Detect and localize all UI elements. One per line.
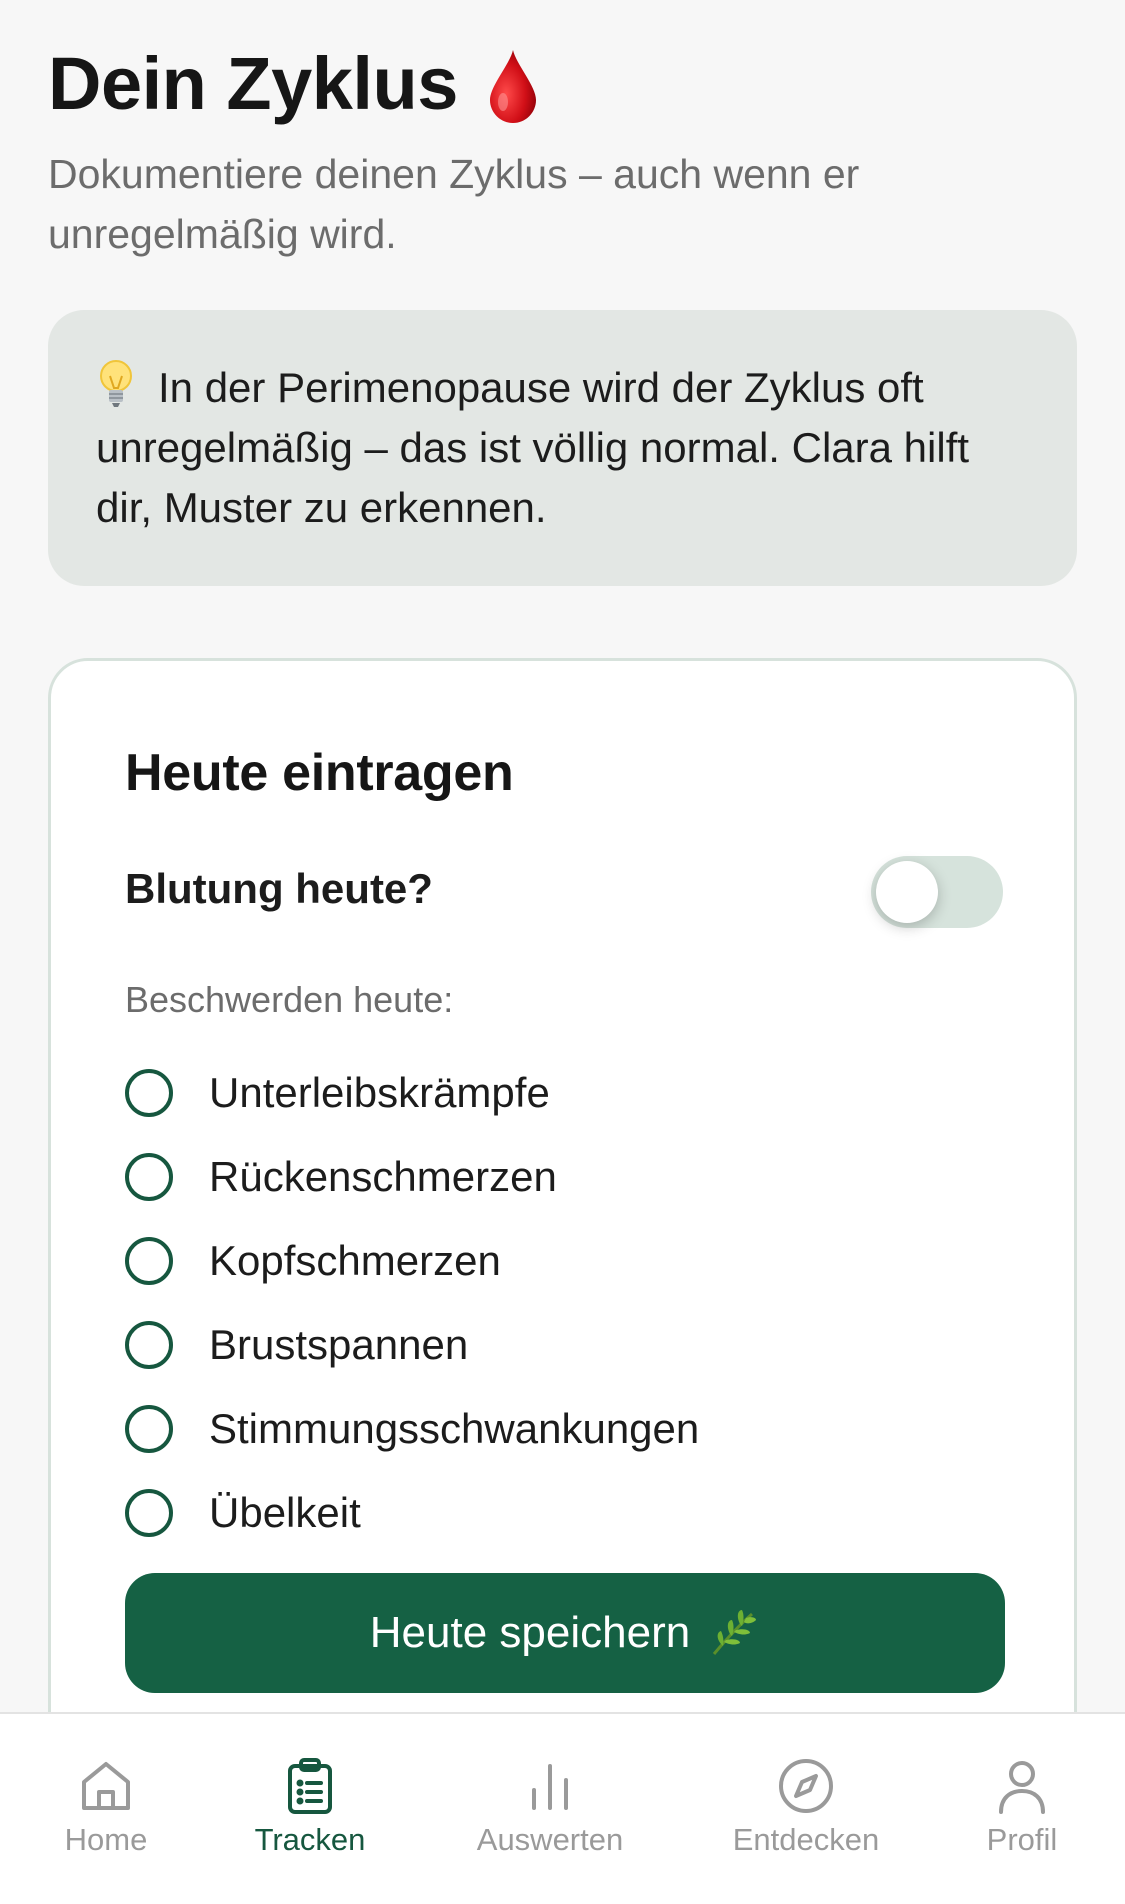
nav-label: Home: [64, 1822, 148, 1857]
nav-label: Auswerten: [476, 1822, 624, 1857]
radio-circle[interactable]: [125, 1237, 173, 1285]
nav-item-auswerten[interactable]: Auswerten: [450, 1756, 650, 1858]
complaint-option-kopfschmerzen[interactable]: Kopfschmerzen: [125, 1219, 699, 1303]
clipboard-icon: [288, 1758, 332, 1814]
card-title: Heute eintragen: [125, 744, 514, 802]
nav-label: Tracken: [254, 1822, 366, 1857]
nav-item-profil[interactable]: Profil: [922, 1756, 1122, 1858]
radio-circle[interactable]: [125, 1069, 173, 1117]
bar-chart-icon: [532, 1764, 568, 1810]
page-title: Dein Zyklus: [48, 40, 540, 126]
save-button-label: Heute speichern: [369, 1608, 691, 1657]
herb-leaf-icon: [713, 1610, 757, 1655]
radio-circle[interactable]: [125, 1405, 173, 1453]
radio-circle[interactable]: [125, 1489, 173, 1537]
complaint-option-stimmungsschwankungen[interactable]: Stimmungsschwankungen: [125, 1387, 699, 1471]
complaints-list: Unterleibskrämpfe Rückenschmerzen Kopfsc…: [125, 1051, 699, 1555]
nav-item-entdecken[interactable]: Entdecken: [706, 1756, 906, 1858]
complaint-label: Unterleibskrämpfe: [209, 1069, 550, 1116]
complaint-label: Stimmungsschwankungen: [209, 1405, 700, 1452]
info-tip-box: In der Perimenopause wird der Zyklus oft…: [48, 310, 1077, 586]
nav-label: Entdecken: [732, 1822, 880, 1857]
radio-circle[interactable]: [125, 1321, 173, 1369]
home-icon: [82, 1762, 130, 1810]
compass-icon: [779, 1759, 833, 1813]
person-icon: [999, 1761, 1045, 1814]
page-title-text: Dein Zyklus: [48, 41, 458, 125]
daily-entry-card: Heute eintragen Blutung heute? Beschwerd…: [48, 658, 1077, 1758]
radio-circle[interactable]: [125, 1153, 173, 1201]
complaint-option-uebelkeit[interactable]: Übelkeit: [125, 1471, 699, 1555]
nav-item-home[interactable]: Home: [6, 1756, 206, 1858]
nav-item-tracken[interactable]: Tracken: [210, 1756, 410, 1858]
light-bulb-icon: [100, 360, 132, 407]
complaints-label: Beschwerden heute:: [125, 979, 454, 1020]
tip-text: In der Perimenopause wird der Zyklus oft…: [96, 364, 970, 531]
toggle-knob: [876, 861, 938, 923]
complaint-label: Brustspannen: [209, 1321, 469, 1368]
complaint-label: Kopfschmerzen: [209, 1237, 501, 1284]
complaint-option-brustspannen[interactable]: Brustspannen: [125, 1303, 699, 1387]
save-today-button[interactable]: Heute speichern: [125, 1573, 1005, 1693]
nav-label: Profil: [986, 1822, 1058, 1857]
page-subtitle: Dokumentiere deinen Zyklus – auch wenn e…: [48, 151, 860, 257]
bleeding-toggle[interactable]: [871, 856, 1003, 928]
bleeding-toggle-label: Blutung heute?: [125, 865, 433, 912]
complaint-option-rueckenschmerzen[interactable]: Rückenschmerzen: [125, 1135, 699, 1219]
complaint-option-unterleibskraempfe[interactable]: Unterleibskrämpfe: [125, 1051, 699, 1135]
complaint-label: Übelkeit: [209, 1489, 361, 1536]
complaint-label: Rückenschmerzen: [209, 1153, 557, 1200]
blood-drop-icon: [489, 50, 536, 123]
cycle-tracking-screen: Dein Zyklus Dokumentiere deinen Zyklus –…: [0, 0, 1125, 1904]
bottom-navigation: Home Tracken Auswerten Entdecken Profil: [0, 1712, 1125, 1904]
